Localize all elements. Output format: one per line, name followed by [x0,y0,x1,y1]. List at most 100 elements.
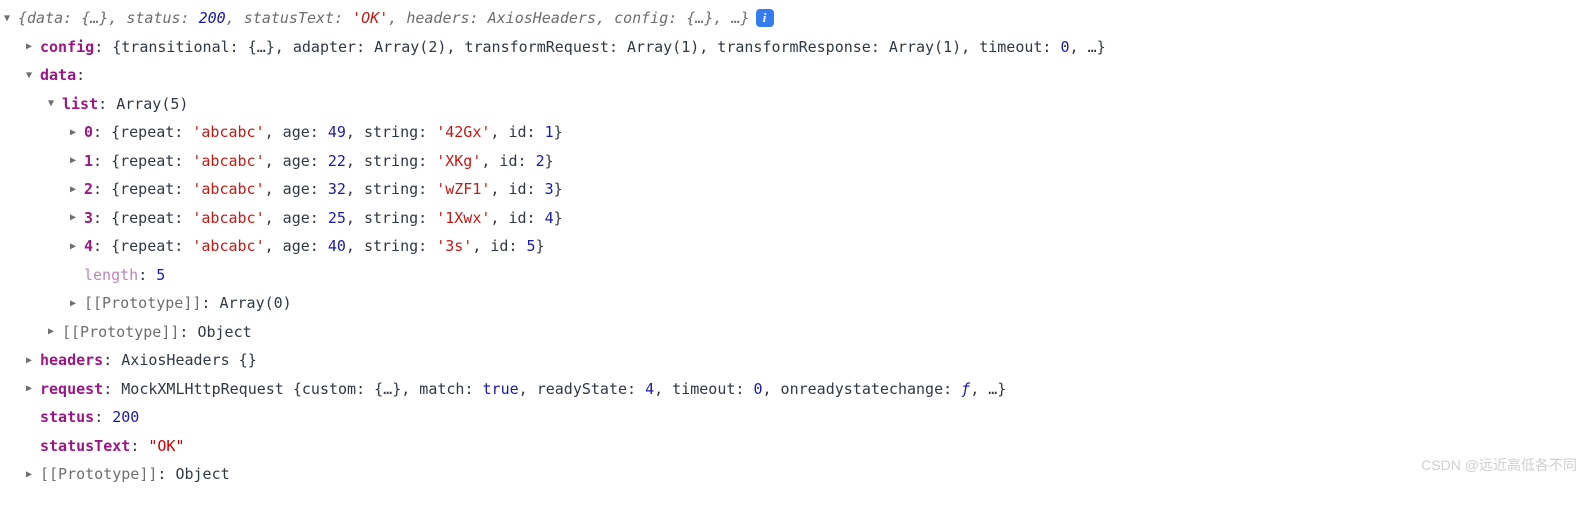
string-value: '3s' [436,232,472,261]
list-item-row[interactable]: 0: {repeat: 'abcabc', age: 49, string: '… [4,118,1587,147]
token: MockXMLHttpRequest {custom: {…}, match: [121,380,482,398]
property-key: config [40,33,94,62]
token: {…} [686,9,713,27]
token: 4 [645,380,654,398]
token: data: [27,9,72,27]
id-value: 2 [536,147,545,176]
expand-toggle-icon[interactable] [26,465,36,484]
token: , [108,9,126,27]
token: {…} [81,9,108,27]
token: , …} [713,9,749,27]
age-value: 49 [328,118,346,147]
colon: : [179,318,197,347]
headers-row[interactable]: headers: AxiosHeaders {} [4,346,1587,375]
repeat-value: 'abcabc' [192,175,264,204]
data-prototype-row[interactable]: [[Prototype]]: Object [4,318,1587,347]
token: true [483,380,519,398]
property-value: AxiosHeaders {} [121,346,256,375]
expand-toggle-icon[interactable] [70,237,80,256]
age-value: 22 [328,147,346,176]
list-index: 4 [84,232,93,261]
expand-toggle-icon[interactable] [4,9,14,28]
expand-toggle-icon[interactable] [70,151,80,170]
info-icon[interactable]: i [756,9,774,27]
status-row[interactable]: status: 200 [4,403,1587,432]
property-value: Object [175,460,229,489]
repeat-value: 'abcabc' [192,118,264,147]
property-value: {transitional: {…}, adapter: Array(2), t… [112,33,1105,62]
list-prototype-row[interactable]: [[Prototype]]: Array(0) [4,289,1587,318]
expand-toggle-icon[interactable] [48,94,58,113]
property-value: Array(5) [116,90,188,119]
list-index: 2 [84,175,93,204]
token: , [388,9,406,27]
token: , onreadystatechange: [762,380,961,398]
age-value: 32 [328,175,346,204]
property-value: "OK" [148,432,184,461]
list-index: 1 [84,147,93,176]
token: 'OK' [352,9,388,27]
token [190,9,199,27]
colon: : [201,289,219,318]
colon: : [103,375,121,404]
colon: : [138,261,156,290]
object-summary-row[interactable]: {data: {…}, status: 200, statusText: 'OK… [4,4,1587,33]
config-row[interactable]: config: {transitional: {…}, adapter: Arr… [4,33,1587,62]
expand-toggle-icon[interactable] [70,180,80,199]
list-item-row[interactable]: 2: {repeat: 'abcabc', age: 32, string: '… [4,175,1587,204]
token [479,9,488,27]
token: status: [126,9,189,27]
expand-toggle-icon[interactable] [26,66,36,85]
colon: : [98,90,116,119]
property-key: length [84,261,138,290]
token: , [596,9,614,27]
property-value: 200 [112,403,139,432]
list-item-row[interactable]: 1: {repeat: 'abcabc', age: 22, string: '… [4,147,1587,176]
list-length-row[interactable]: length: 5 [4,261,1587,290]
list-item-row[interactable]: 3: {repeat: 'abcabc', age: 25, string: '… [4,204,1587,233]
expand-toggle-icon[interactable] [26,37,36,56]
list-row[interactable]: list: Array(5) [4,90,1587,119]
watermark: CSDN @远近高低各不同 [1421,452,1577,479]
property-key: list [62,90,98,119]
age-value: 40 [328,232,346,261]
colon: : [94,33,112,62]
property-value: Object [197,318,251,347]
age-value: 25 [328,204,346,233]
request-row[interactable]: request: MockXMLHttpRequest {custom: {…}… [4,375,1587,404]
id-value: 5 [527,232,536,261]
property-key: status [40,403,94,432]
expand-toggle-icon[interactable] [70,208,80,227]
string-value: '1Xwx' [436,204,490,233]
token: config: [614,9,677,27]
expand-toggle-icon[interactable] [48,322,58,341]
string-value: 'XKg' [436,147,481,176]
colon: : [76,61,85,90]
property-key: [[Prototype]] [84,289,201,318]
property-value: MockXMLHttpRequest {custom: {…}, match: … [121,375,1006,404]
token: AxiosHeaders [488,9,596,27]
token: 200 [199,9,226,27]
colon: : [130,432,148,461]
expand-toggle-icon[interactable] [26,351,36,370]
property-key: headers [40,346,103,375]
property-key: [[Prototype]] [40,460,157,489]
colon: : [157,460,175,489]
root-prototype-row[interactable]: [[Prototype]]: Object [4,460,1587,489]
expand-toggle-icon[interactable] [70,123,80,142]
string-value: 'wZF1' [436,175,490,204]
list-index: 3 [84,204,93,233]
property-key: data [40,61,76,90]
property-value: 5 [156,261,165,290]
property-key: request [40,375,103,404]
data-row[interactable]: data: [4,61,1587,90]
expand-toggle-icon[interactable] [70,294,80,313]
list-item-row[interactable]: 4: {repeat: 'abcabc', age: 40, string: '… [4,232,1587,261]
repeat-value: 'abcabc' [192,232,264,261]
expand-toggle-icon[interactable] [26,379,36,398]
id-value: 3 [545,175,554,204]
token: , …} [1070,38,1106,56]
status-text-row[interactable]: statusText: "OK" [4,432,1587,461]
list-index: 0 [84,118,93,147]
token: {transitional: {…}, adapter: Array(2), t… [112,38,1060,56]
